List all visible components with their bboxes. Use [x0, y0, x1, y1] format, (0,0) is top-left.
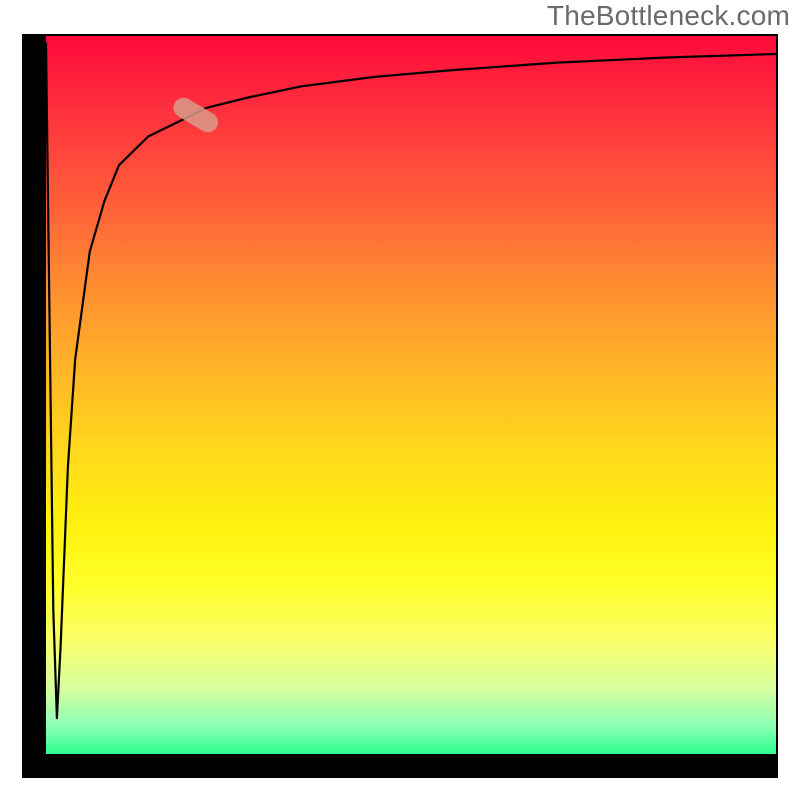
- plot-frame: [22, 34, 778, 778]
- watermark-text: TheBottleneck.com: [547, 0, 790, 32]
- curve-svg: [46, 36, 776, 754]
- chart-stage: TheBottleneck.com: [0, 0, 800, 800]
- plot-area: [46, 36, 776, 754]
- highlight-pill: [170, 94, 222, 136]
- curve-path: [46, 43, 776, 718]
